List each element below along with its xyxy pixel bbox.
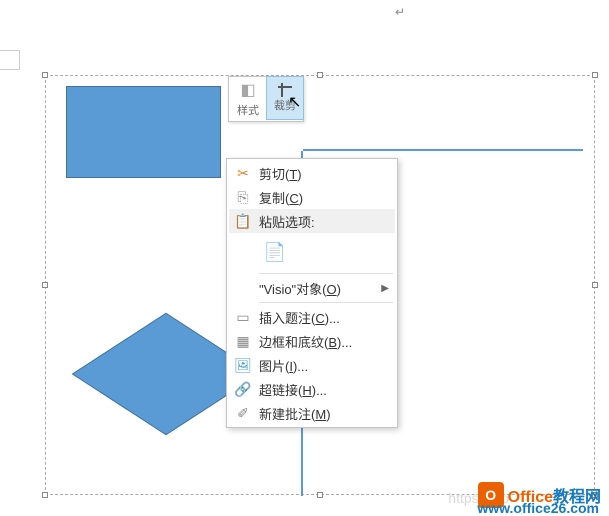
menu-new-comment[interactable]: ✐ 新建批注(M) [229,401,395,425]
menu-insert-caption[interactable]: ▭ 插入题注(C)... [229,305,395,329]
menu-borders-shading[interactable]: ▦ 边框和底纹(B)... [229,329,395,353]
crop-label: 裁剪 [274,97,296,113]
menu-picture-label: 图片(I)... [259,356,389,375]
paste-option-button[interactable]: 📄 [261,237,289,267]
menu-caption-label: 插入题注(C)... [259,308,389,327]
crop-button[interactable]: 裁剪 [266,76,304,120]
menu-border-label: 边框和底纹(B)... [259,332,389,351]
menu-paste-options-label: 粘贴选项: [259,212,389,231]
flowchart-process-shape [66,86,221,178]
menu-paste-options-header: 📋 粘贴选项: [229,209,395,233]
resize-handle-top-mid[interactable] [317,72,323,78]
ruler-tab-stub [0,50,20,70]
menu-copy-label: 复制(C) [259,188,389,207]
resize-handle-mid-left[interactable] [42,282,48,288]
crop-icon [278,83,292,97]
menu-comment-label: 新建批注(M) [259,404,389,423]
flowchart-decision-shape [88,314,243,434]
menu-hyperlink[interactable]: 🔗 超链接(H)... [229,377,395,401]
blank-icon [233,279,253,297]
menu-separator [259,273,393,274]
picture-icon: 🖼 [233,356,253,374]
context-menu: ✂ 剪切(T) ⎘ 复制(C) 📋 粘贴选项: 📄 "Visio"对象(O) ▶… [226,158,398,428]
paste-icon: 📋 [233,212,253,230]
resize-handle-bottom-left[interactable] [42,492,48,498]
border-icon: ▦ [233,332,253,350]
menu-cut-label: 剪切(T) [259,164,389,183]
resize-handle-mid-right[interactable] [592,282,598,288]
comment-icon: ✐ [233,404,253,422]
resize-handle-top-left[interactable] [42,72,48,78]
style-button[interactable]: ◧ 样式 [229,77,267,121]
mini-toolbar: ◧ 样式 裁剪 [228,76,304,122]
site-logo: O Office教程网 www.office26.com [478,482,601,508]
style-icon: ◧ [240,80,255,100]
menu-cut[interactable]: ✂ 剪切(T) [229,161,395,185]
menu-picture[interactable]: 🖼 图片(I)... [229,353,395,377]
paragraph-mark: ↵ [395,5,405,19]
menu-separator [259,302,393,303]
menu-visio-label: "Visio"对象(O) [259,279,381,298]
flowchart-connector-horizontal [303,149,583,151]
paste-options-row: 📄 [229,233,395,271]
cut-icon: ✂ [233,164,253,182]
menu-visio-object[interactable]: "Visio"对象(O) ▶ [229,276,395,300]
caption-icon: ▭ [233,308,253,326]
copy-icon: ⎘ [233,188,253,206]
style-label: 样式 [237,102,259,118]
menu-hyperlink-label: 超链接(H)... [259,380,389,399]
resize-handle-bottom-mid[interactable] [317,492,323,498]
submenu-arrow-icon: ▶ [381,283,389,294]
menu-copy[interactable]: ⎘ 复制(C) [229,185,395,209]
link-icon: 🔗 [233,380,253,398]
paste-option-icon: 📄 [264,242,286,263]
resize-handle-top-right[interactable] [592,72,598,78]
